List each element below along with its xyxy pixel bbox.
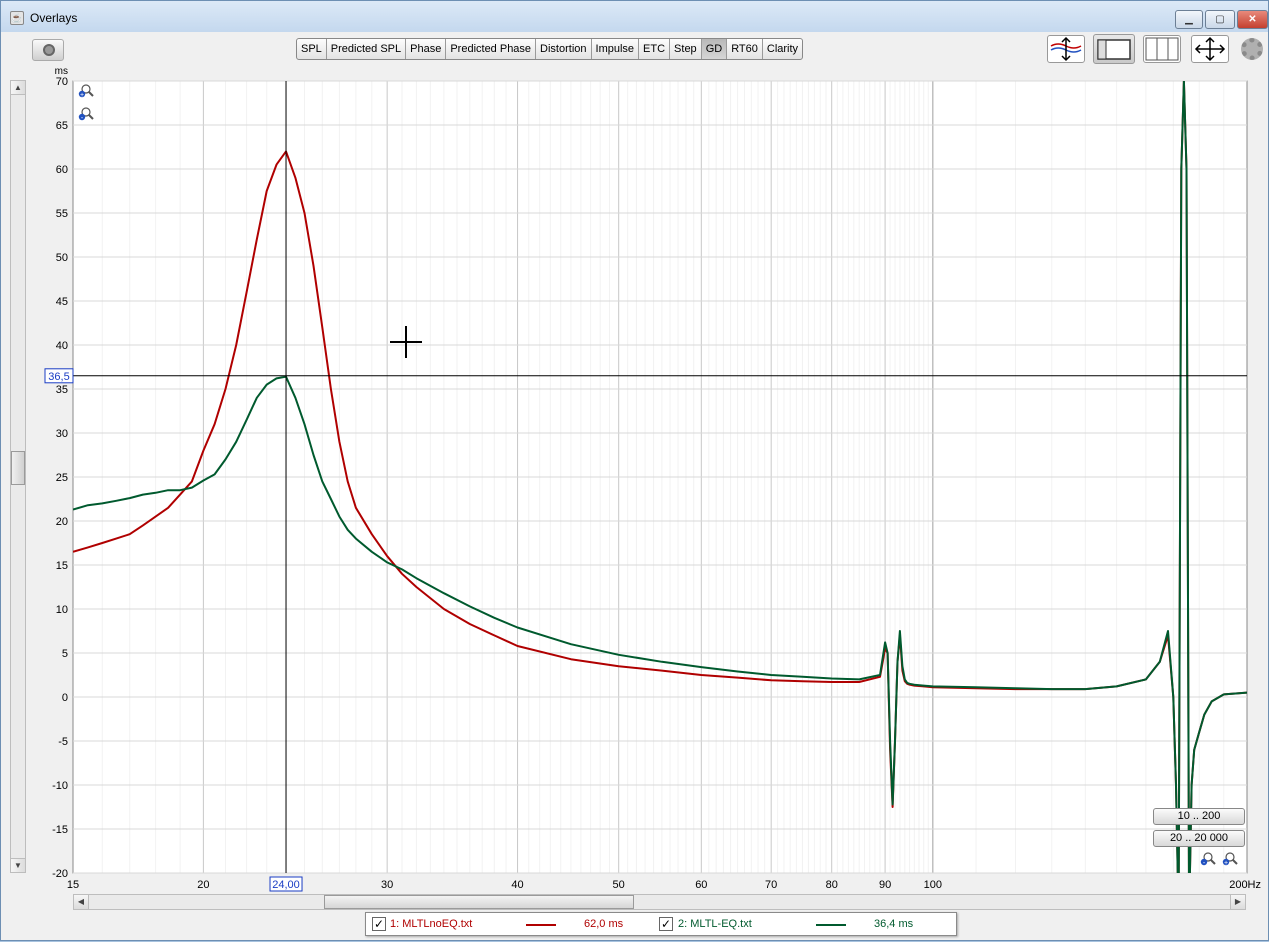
y-tick-label: -5: [58, 736, 68, 748]
scroll-right-icon[interactable]: ▶: [1230, 895, 1245, 909]
legend-line-1: [526, 924, 556, 926]
legend-checkbox-1[interactable]: ✓: [372, 917, 386, 931]
y-tick-label: -10: [52, 780, 68, 792]
y-tick-label: 10: [56, 604, 68, 616]
scroll-left-icon[interactable]: ◀: [74, 895, 89, 909]
x-tick-label: 15: [67, 879, 79, 891]
x-tick-label: 70: [765, 879, 777, 891]
cursor-x-readout: 24,00: [272, 879, 300, 891]
y-tick-label: 5: [62, 648, 68, 660]
y-tick-label: 45: [56, 296, 68, 308]
y-tick-label: 30: [56, 428, 68, 440]
x-tick-label: 100: [924, 879, 942, 891]
cursor-y-readout: 36,5: [48, 371, 69, 383]
zoom-in-x-icon-sign: +: [1224, 860, 1228, 867]
y-tick-label: 20: [56, 516, 68, 528]
range-20-20000-button[interactable]: 20 .. 20 000: [1153, 830, 1245, 847]
x-tick-label: 20: [197, 879, 209, 891]
y-tick-label: -20: [52, 868, 68, 880]
zoom-in-y-icon-sign: +: [80, 92, 84, 99]
horizontal-scrollbar[interactable]: ◀ ▶: [73, 894, 1246, 910]
legend-value-2: 36,4 ms: [874, 918, 914, 930]
y-tick-label: -15: [52, 824, 68, 836]
y-tick-label: 50: [56, 252, 68, 264]
y-tick-label: 25: [56, 472, 68, 484]
x-tick-label: 30: [381, 879, 393, 891]
y-tick-label: 40: [56, 340, 68, 352]
y-tick-label: 0: [62, 692, 68, 704]
x-tick-label: 80: [826, 879, 838, 891]
x-tick-label: 90: [879, 879, 891, 891]
y-tick-label: 65: [56, 120, 68, 132]
y-tick-label: 15: [56, 560, 68, 572]
x-tick-label: 40: [511, 879, 523, 891]
app-window: ☕ Overlays ▁ ▢ ✕ SPL Predicted SPL Phase…: [0, 0, 1269, 941]
x-tick-label: 60: [695, 879, 707, 891]
y-tick-label: 70: [56, 76, 68, 88]
legend-name-1: 1: MLTLnoEQ.txt: [390, 918, 473, 930]
y-tick-label: 60: [56, 164, 68, 176]
legend-line-2: [816, 924, 846, 926]
group-delay-chart: 15 20 30 40 50 60 70 80 90 100 200Hz70656055504540…: [44, 66, 1261, 892]
x-tick-label: 50: [613, 879, 625, 891]
x-tick-label: 200Hz: [1229, 879, 1261, 891]
legend-name-2: 2: MLTL-EQ.txt: [678, 918, 752, 930]
y-tick-label: 55: [56, 208, 68, 220]
legend: ✓ 1: MLTLnoEQ.txt 62,0 ms ✓ 2: MLTL-EQ.t…: [365, 912, 957, 936]
range-10-200-button[interactable]: 10 .. 200: [1153, 808, 1245, 825]
horizontal-scroll-thumb[interactable]: [324, 895, 634, 909]
legend-value-1: 62,0 ms: [584, 918, 624, 930]
y-axis-unit-label: ms: [55, 66, 68, 77]
y-tick-label: 35: [56, 384, 68, 396]
legend-checkbox-2[interactable]: ✓: [659, 917, 673, 931]
